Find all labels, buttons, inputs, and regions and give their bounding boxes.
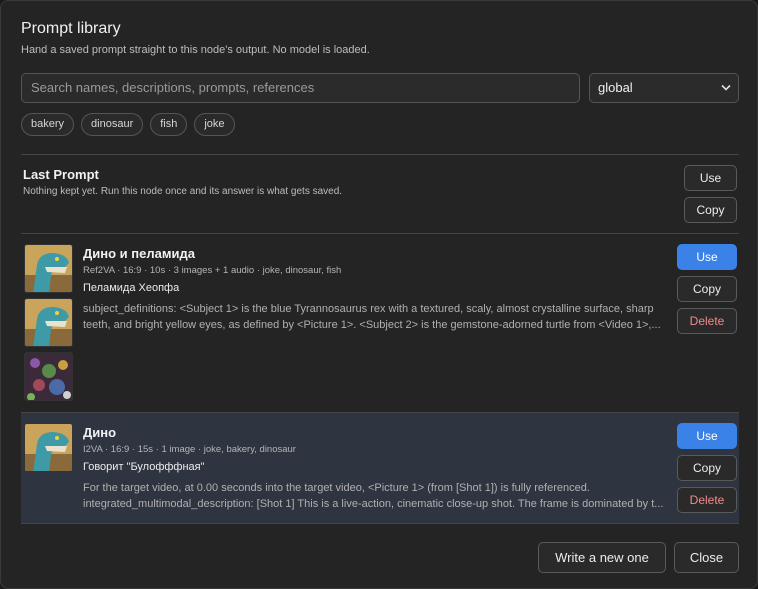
entry-use-button[interactable]: Use [677, 244, 737, 270]
dialog-title: Prompt library [21, 20, 121, 37]
reference-image-thumbnail [24, 423, 73, 472]
write-new-button[interactable]: Write a new one [538, 542, 666, 573]
entry-subtitle: Говорит "Булофффная" [83, 461, 205, 473]
prompt-library-dialog: Prompt library Hand a saved prompt strai… [0, 0, 758, 589]
entry-prompt-line: teeth, and bright yellow eyes, as define… [83, 319, 661, 331]
prompt-entry-selected[interactable]: Дино I2VA · 16:9 · 15s · 1 image · joke,… [21, 413, 739, 523]
entry-subtitle: Пеламида Хеопфа [83, 282, 180, 294]
entry-use-button[interactable]: Use [677, 423, 737, 449]
entry-prompt-preview: subject_definitions: <Subject 1> is the … [83, 301, 665, 333]
entry-meta: Ref2VA · 16:9 · 10s · 3 images + 1 audio… [83, 265, 342, 276]
tag-chip[interactable]: fish [150, 113, 188, 136]
prompt-entry[interactable]: Дино и пеламида Ref2VA · 16:9 · 10s · 3 … [21, 234, 739, 412]
reference-image-thumbnail [24, 298, 73, 347]
dialog-subtitle: Hand a saved prompt straight to this nod… [21, 44, 370, 56]
last-prompt-copy-button[interactable]: Copy [684, 197, 737, 223]
chevron-down-icon [721, 84, 731, 91]
scope-select[interactable]: global [589, 73, 739, 103]
reference-image-thumbnail [24, 244, 73, 293]
entry-prompt-line: integrated_multimodal_description: [Shot… [83, 498, 664, 510]
entry-prompt-line: For the target video, at 0.00 seconds in… [83, 482, 590, 494]
divider [21, 523, 739, 524]
tag-chip[interactable]: joke [194, 113, 235, 136]
last-prompt-note: Nothing kept yet. Run this node once and… [23, 186, 343, 197]
scope-select-value: global [598, 80, 633, 95]
close-button[interactable]: Close [674, 542, 739, 573]
last-prompt-use-button[interactable]: Use [684, 165, 737, 191]
entry-title: Дино [83, 425, 117, 440]
divider [21, 154, 739, 155]
search-input[interactable]: Search names, descriptions, prompts, ref… [21, 73, 580, 103]
reference-image-thumbnail [24, 352, 73, 401]
entry-delete-button[interactable]: Delete [677, 487, 737, 513]
tag-filter-bar: bakery dinosaur fish joke [21, 113, 235, 136]
entry-copy-button[interactable]: Copy [677, 276, 737, 302]
entry-prompt-line: subject_definitions: <Subject 1> is the … [83, 303, 654, 315]
entry-title: Дино и пеламида [83, 246, 195, 261]
tag-chip[interactable]: dinosaur [81, 113, 144, 136]
tag-chip[interactable]: bakery [21, 113, 75, 136]
entry-copy-button[interactable]: Copy [677, 455, 737, 481]
last-prompt-title: Last Prompt [23, 167, 99, 182]
entry-meta: I2VA · 16:9 · 15s · 1 image · joke, bake… [83, 444, 296, 455]
entry-prompt-preview: For the target video, at 0.00 seconds in… [83, 480, 665, 512]
entry-delete-button[interactable]: Delete [677, 308, 737, 334]
